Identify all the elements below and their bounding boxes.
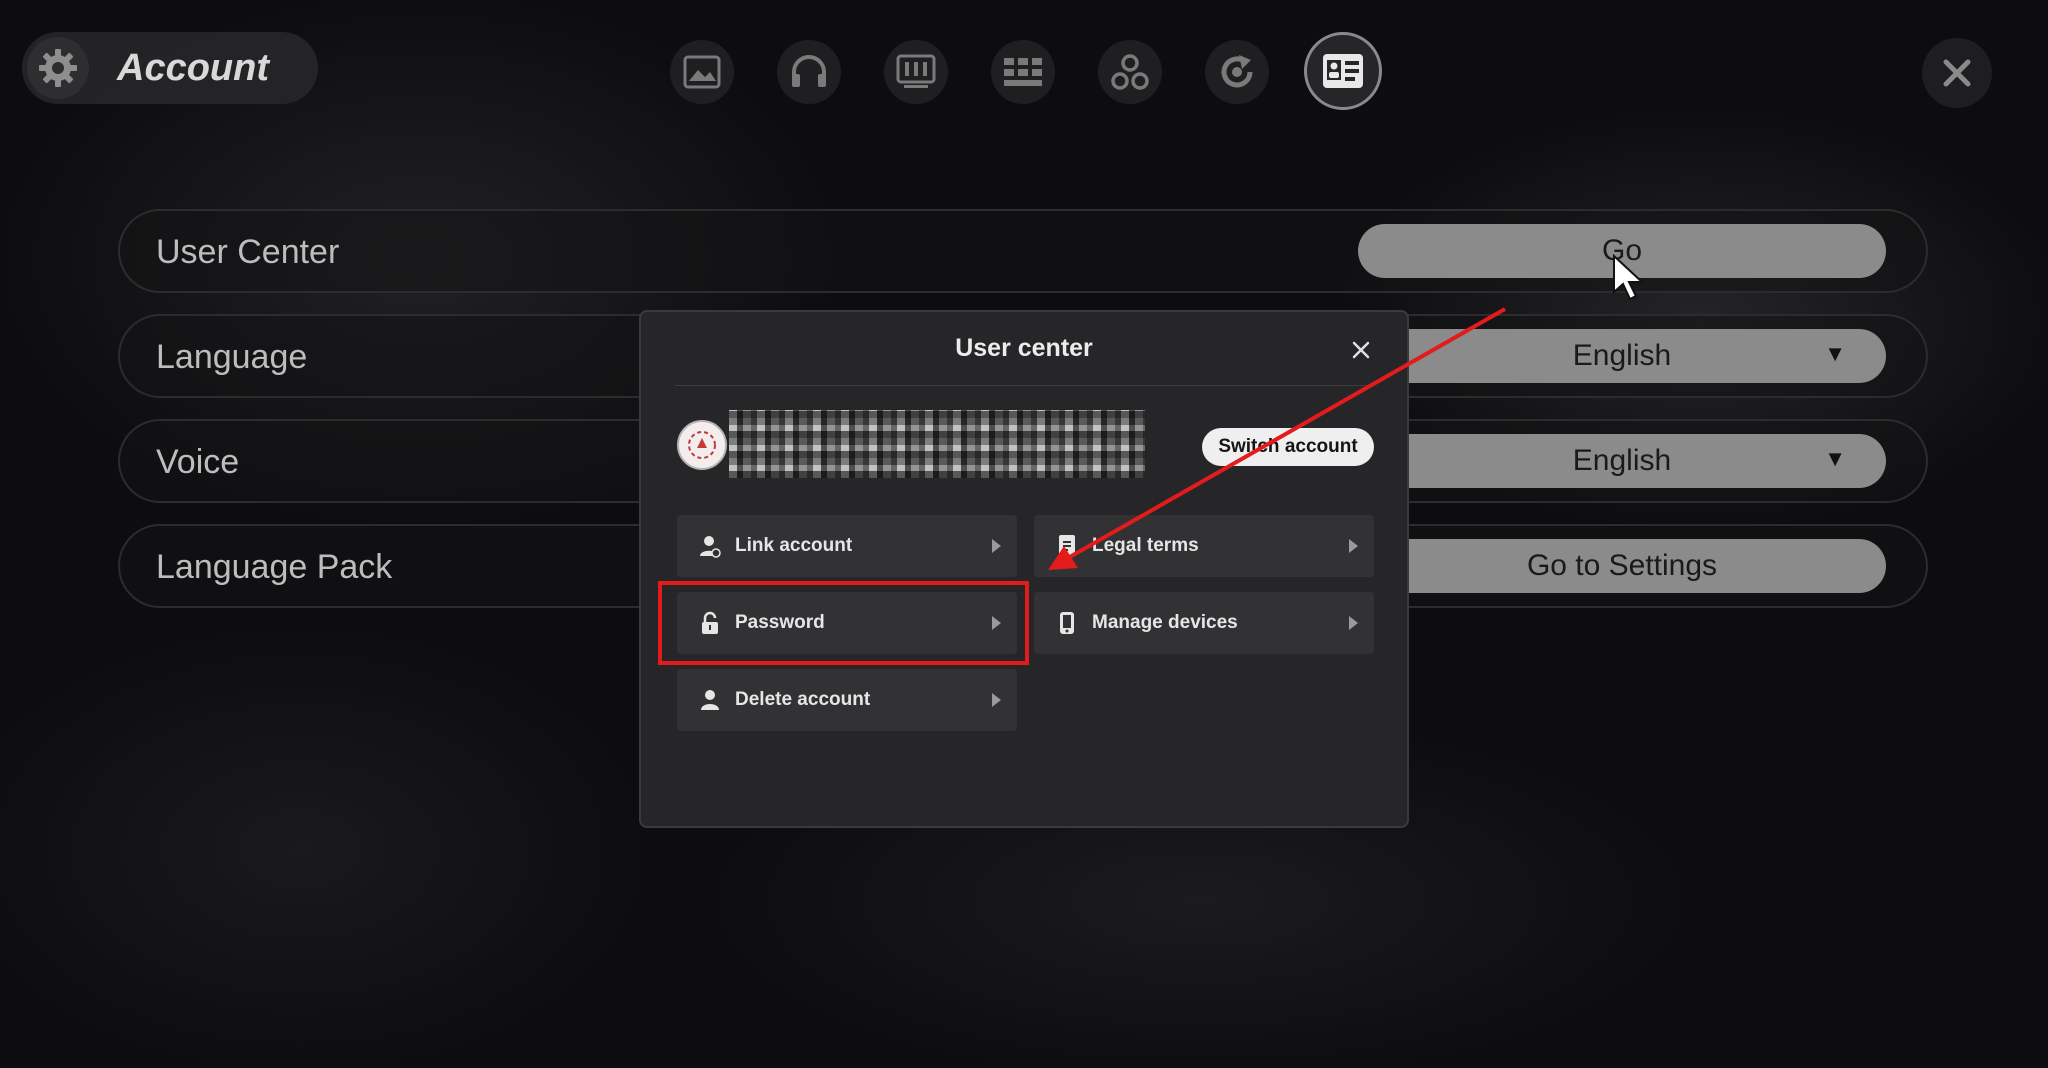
avatar [677, 420, 727, 470]
dropdown-value: English [1572, 339, 1672, 372]
page-title: Account [117, 46, 269, 89]
user-center-dialog: User center Switch account Link account … [639, 310, 1409, 828]
nodes-tab-icon[interactable] [1098, 40, 1162, 104]
setting-label: User Center [156, 233, 340, 271]
image-tab-icon[interactable] [670, 40, 734, 104]
option-label: Manage devices [1092, 612, 1238, 633]
page-header: Account [22, 32, 318, 104]
voice-dropdown[interactable]: English ▼ [1358, 434, 1886, 488]
top-tab-bar [670, 32, 1390, 110]
divider [675, 385, 1373, 386]
document-icon [1056, 534, 1078, 558]
setting-label: Language [156, 338, 308, 376]
controller-tab-icon[interactable] [884, 40, 948, 104]
dialog-title: User center [955, 334, 1093, 362]
close-icon[interactable] [1922, 38, 1992, 108]
headphones-tab-icon[interactable] [777, 40, 841, 104]
option-label: Link account [735, 535, 853, 556]
link-account-button[interactable]: Link account [677, 515, 1017, 577]
chevron-right-icon [1349, 616, 1358, 630]
switch-account-button[interactable]: Switch account [1202, 428, 1374, 466]
chevron-right-icon [1349, 539, 1358, 553]
setting-label: Language Pack [156, 548, 393, 586]
language-dropdown[interactable]: English ▼ [1358, 329, 1886, 383]
gear-icon[interactable] [27, 37, 89, 99]
masked-username [729, 410, 1145, 478]
setting-label: Voice [156, 443, 240, 481]
chevron-right-icon [992, 539, 1001, 553]
user-icon [699, 688, 721, 712]
dropdown-value: English [1572, 444, 1672, 477]
option-label: Delete account [735, 689, 871, 710]
user-link-icon [699, 534, 721, 558]
refresh-tab-icon[interactable] [1205, 40, 1269, 104]
dialog-close-icon[interactable] [1347, 336, 1375, 364]
phone-icon [1056, 611, 1078, 635]
dropdown-arrow-icon: ▼ [1824, 341, 1846, 366]
dropdown-arrow-icon: ▼ [1824, 446, 1846, 471]
highlight-box [658, 581, 1029, 665]
go-to-settings-button[interactable]: Go to Settings [1358, 539, 1886, 593]
chevron-right-icon [992, 693, 1001, 707]
legal-terms-button[interactable]: Legal terms [1034, 515, 1374, 577]
option-label: Legal terms [1092, 535, 1199, 556]
setting-row-user-center: User Center Go [118, 209, 1928, 293]
manage-devices-button[interactable]: Manage devices [1034, 592, 1374, 654]
keyboard-tab-icon[interactable] [991, 40, 1055, 104]
account-card-tab-icon[interactable] [1304, 32, 1382, 110]
mouse-cursor-icon [1613, 254, 1645, 301]
button-label: Go to Settings [1526, 549, 1718, 582]
delete-account-button[interactable]: Delete account [677, 669, 1017, 731]
